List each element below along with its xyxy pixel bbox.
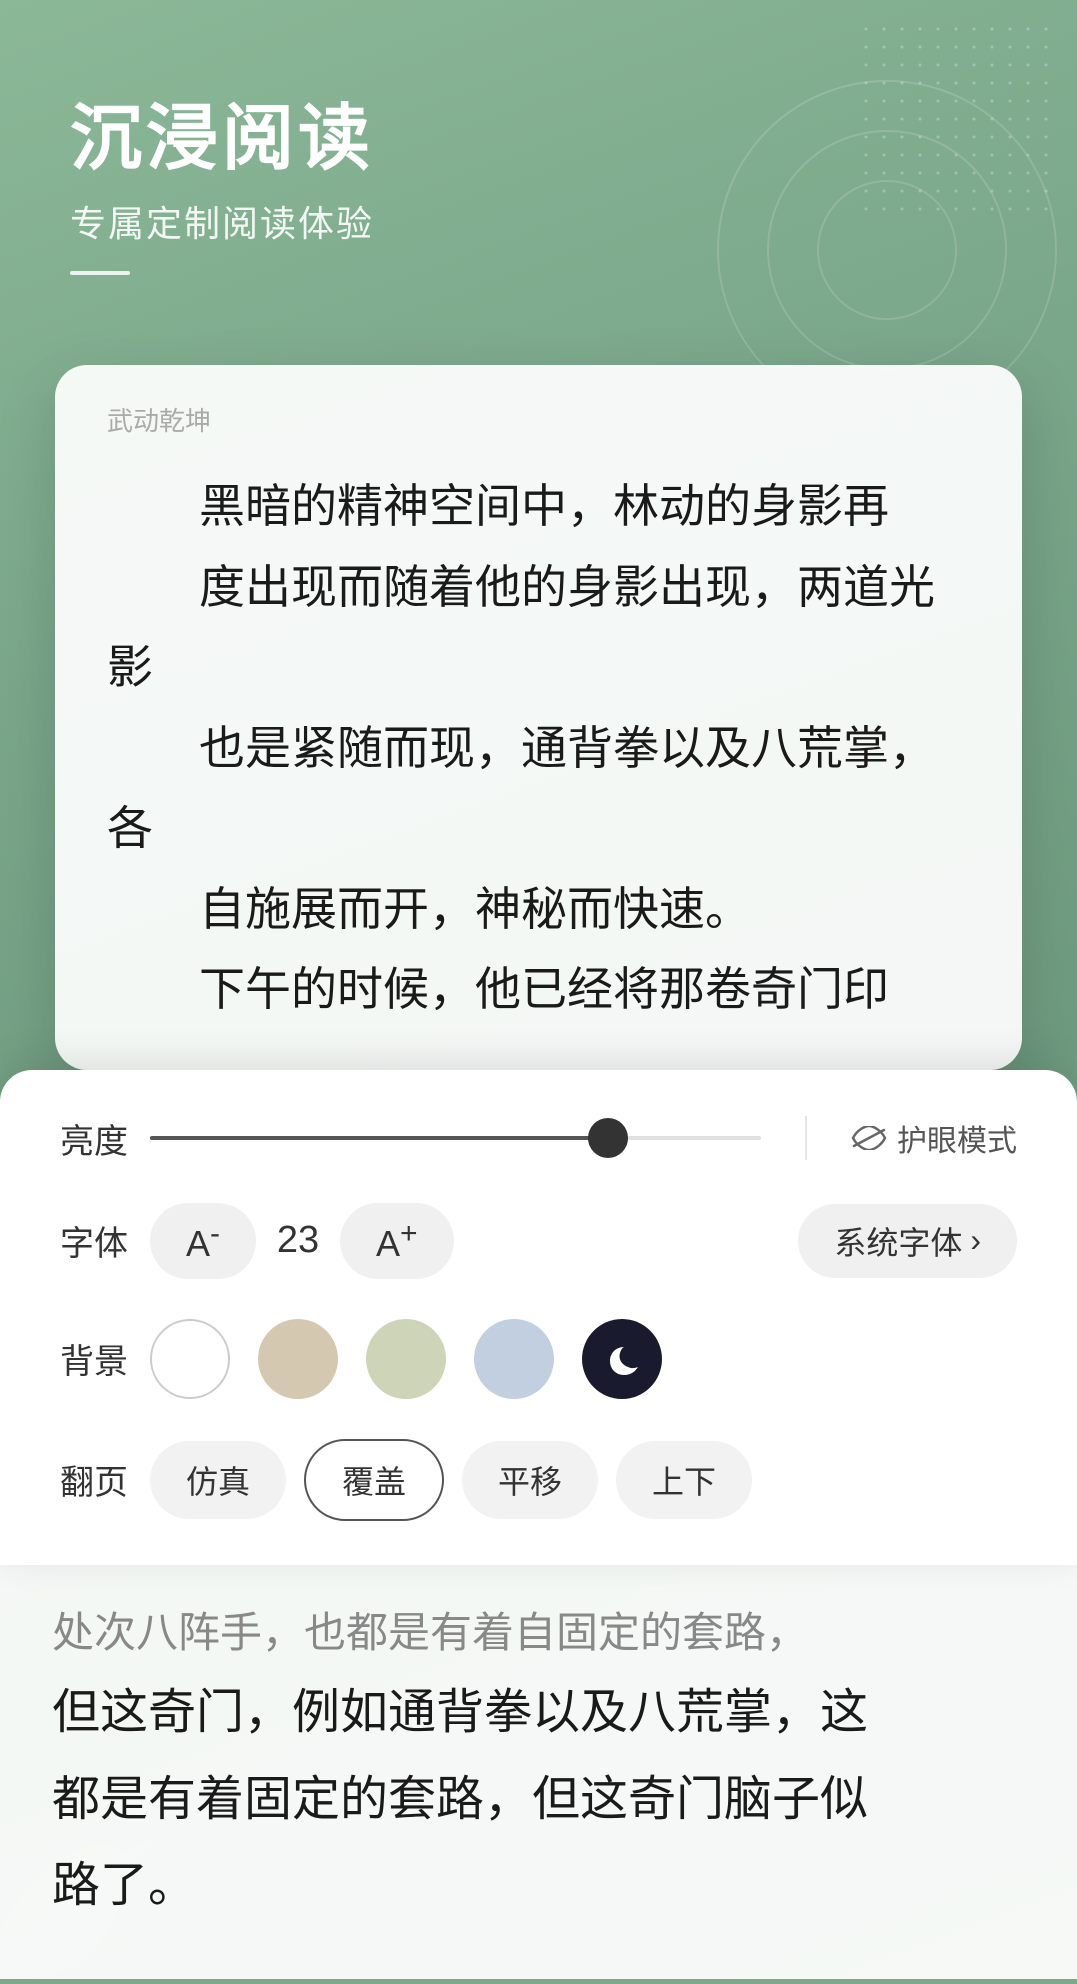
font-family-label: 系统字体: [834, 1218, 962, 1264]
header-area: 沉浸阅读 专属定制阅读体验: [0, 0, 1077, 315]
book-title: 武动乾坤: [107, 401, 970, 438]
bottom-book-content: 处次八阵手，也都是有着自固定的套路， 但这奇门，例如通背拳以及八荒掌，这 都是有…: [0, 1565, 1077, 1980]
brightness-label: 亮度: [60, 1114, 150, 1163]
flip-slide-button[interactable]: 平移: [462, 1441, 598, 1519]
bg-label: 背景: [60, 1334, 150, 1383]
book-content: 黑暗的精神空间中，林动的身影再 度出现而随着他的身影出现，两道光影 也是紧随而现…: [107, 466, 970, 1030]
brightness-slider[interactable]: [150, 1136, 761, 1140]
bottom-line4: 路了。: [52, 1843, 1025, 1929]
book-text-line1: 黑暗的精神空间中，林动的身影再: [107, 466, 970, 547]
settings-panel: 亮度 护眼模式 字体 A- 23 A+ 系统字体 › 背景: [0, 1070, 1077, 1565]
flip-updown-button[interactable]: 上下: [616, 1441, 752, 1519]
book-text-line2: 度出现而随着他的身影出现，两道光影: [107, 547, 970, 708]
divider: [805, 1116, 807, 1160]
eye-icon: [851, 1126, 887, 1150]
flip-row: 翻页 仿真 覆盖 平移 上下: [60, 1439, 1017, 1521]
eye-mode-label: 护眼模式: [897, 1116, 1017, 1160]
bg-beige-button[interactable]: [258, 1319, 338, 1399]
bg-options: [150, 1319, 1017, 1399]
flip-cover-button[interactable]: 覆盖: [304, 1439, 444, 1521]
font-decrease-button[interactable]: A-: [150, 1203, 256, 1279]
page-subtitle: 专属定制阅读体验: [70, 195, 1007, 247]
page-title: 沉浸阅读: [70, 100, 1007, 179]
header-divider: [70, 271, 130, 275]
book-text-line4: 自施展而开，神秘而快速。: [107, 869, 970, 950]
bg-row: 背景: [60, 1319, 1017, 1399]
font-size-display: 23: [268, 1219, 328, 1262]
bg-lightgreen-button[interactable]: [366, 1319, 446, 1399]
chevron-right-icon: ›: [970, 1222, 981, 1259]
bg-lightblue-button[interactable]: [474, 1319, 554, 1399]
book-text-line3: 也是紧随而现，通背拳以及八荒掌，各: [107, 708, 970, 869]
bottom-line3: 都是有着固定的套路，但这奇门脑子似: [52, 1757, 1025, 1843]
bottom-line2: 但这奇门，例如通背拳以及八荒掌，这: [52, 1670, 1025, 1756]
moon-icon: [602, 1339, 642, 1379]
book-card: 武动乾坤 黑暗的精神空间中，林动的身影再 度出现而随着他的身影出现，两道光影 也…: [55, 365, 1022, 1070]
font-family-button[interactable]: 系统字体 ›: [798, 1204, 1017, 1278]
font-controls: A- 23 A+ 系统字体 ›: [150, 1203, 1017, 1279]
flip-label: 翻页: [60, 1455, 150, 1504]
bottom-line1: 处次八阵手，也都是有着自固定的套路，: [52, 1595, 1025, 1671]
font-label: 字体: [60, 1216, 150, 1265]
bg-dark-button[interactable]: [582, 1319, 662, 1399]
flip-simulation-button[interactable]: 仿真: [150, 1441, 286, 1519]
font-row: 字体 A- 23 A+ 系统字体 ›: [60, 1203, 1017, 1279]
brightness-row: 亮度 护眼模式: [60, 1114, 1017, 1163]
book-text-line5: 下午的时候，他已经将那卷奇门印: [107, 949, 970, 1030]
font-increase-button[interactable]: A+: [340, 1203, 454, 1279]
bg-white-button[interactable]: [150, 1319, 230, 1399]
eye-mode-button[interactable]: 护眼模式: [831, 1116, 1017, 1160]
flip-options: 仿真 覆盖 平移 上下: [150, 1439, 1017, 1521]
